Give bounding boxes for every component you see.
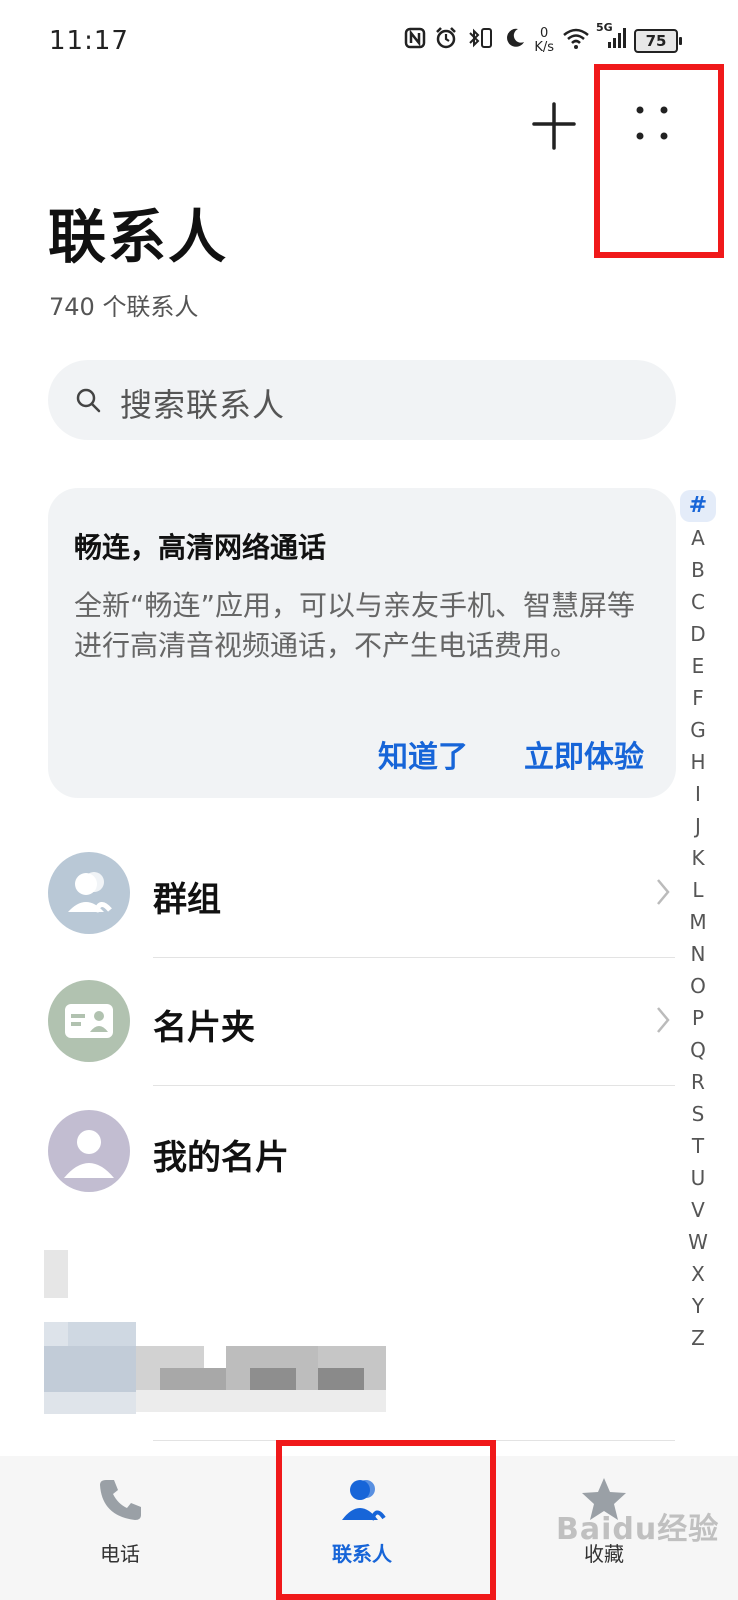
- chevron-right-icon: [657, 1007, 670, 1033]
- alpha-index-item[interactable]: T: [680, 1130, 716, 1162]
- my-card-label: 我的名片: [153, 1138, 289, 1178]
- redacted-block: [44, 1346, 136, 1392]
- alpha-index-item[interactable]: H: [680, 746, 716, 778]
- alpha-index-item[interactable]: K: [680, 842, 716, 874]
- my-card-avatar: [48, 1110, 130, 1192]
- promo-body: 全新“畅连”应用，可以与亲友手机、智慧屏等进行高清音视频通话，不产生电话费用。: [74, 589, 636, 662]
- business-cards-avatar: [48, 980, 130, 1062]
- alpha-index-item[interactable]: E: [680, 650, 716, 682]
- alpha-index-item[interactable]: M: [680, 906, 716, 938]
- list-item-business-cards[interactable]: 名片夹: [0, 958, 680, 1086]
- person-icon: [64, 1130, 114, 1178]
- alpha-index-item[interactable]: L: [680, 874, 716, 906]
- nfc-icon: [404, 27, 426, 55]
- search-input[interactable]: 搜索联系人: [48, 360, 676, 440]
- groups-avatar: [48, 852, 130, 934]
- alpha-index-item[interactable]: N: [680, 938, 716, 970]
- search-placeholder: 搜索联系人: [120, 386, 286, 424]
- alpha-index-item[interactable]: R: [680, 1066, 716, 1098]
- redacted-block: [318, 1368, 364, 1390]
- redacted-block: [44, 1250, 68, 1298]
- redacted-block: [160, 1368, 226, 1390]
- page-title: 联系人: [48, 203, 229, 271]
- alpha-index-item[interactable]: Y: [680, 1290, 716, 1322]
- alarm-icon: [434, 26, 458, 56]
- alpha-index-item[interactable]: W: [680, 1226, 716, 1258]
- alpha-index-item[interactable]: Z: [680, 1322, 716, 1354]
- alpha-index-item[interactable]: X: [680, 1258, 716, 1290]
- groups-label: 群组: [153, 880, 221, 920]
- alpha-index-item[interactable]: O: [680, 970, 716, 1002]
- tab-phone[interactable]: 电话: [30, 1456, 210, 1600]
- alpha-index-item[interactable]: U: [680, 1162, 716, 1194]
- moon-icon: [504, 27, 526, 55]
- promo-card: 畅连，高清网络通话 全新“畅连”应用，可以与亲友手机、智慧屏等进行高清音视频通话…: [48, 488, 676, 798]
- list-item-my-card[interactable]: 我的名片: [0, 1088, 680, 1216]
- tab-phone-label: 电话: [100, 1542, 140, 1566]
- business-cards-label: 名片夹: [153, 1008, 255, 1048]
- add-contact-button[interactable]: [528, 100, 580, 152]
- alpha-index-item[interactable]: F: [680, 682, 716, 714]
- bluetooth-vibrate-icon: [466, 26, 496, 56]
- cell-signal-icon: 5G: [596, 21, 626, 55]
- alpha-index-item[interactable]: B: [680, 554, 716, 586]
- alpha-index-item[interactable]: J: [680, 810, 716, 842]
- redacted-block: [250, 1368, 296, 1390]
- highlight-box-contacts-tab: [276, 1440, 496, 1600]
- search-icon: [76, 388, 101, 413]
- dismiss-button[interactable]: 知道了: [378, 732, 468, 776]
- alpha-index-item[interactable]: C: [680, 586, 716, 618]
- chevron-right-icon: [657, 879, 670, 905]
- alpha-index-item[interactable]: V: [680, 1194, 716, 1226]
- redacted-block: [136, 1390, 386, 1412]
- status-time: 11:17: [49, 26, 129, 56]
- try-now-button[interactable]: 立即体验: [524, 732, 644, 776]
- battery-indicator: 75: [634, 29, 682, 53]
- alpha-index-item[interactable]: D: [680, 618, 716, 650]
- redacted-block: [44, 1392, 136, 1414]
- divider: [153, 1085, 675, 1086]
- phone-icon: [100, 1480, 141, 1520]
- alpha-index-item[interactable]: I: [680, 778, 716, 810]
- contact-count: 740 个联系人: [49, 293, 199, 321]
- redacted-block: [68, 1322, 136, 1346]
- status-icons: 0 K/s 5G 75: [404, 21, 682, 56]
- promo-title: 畅连，高清网络通话: [74, 531, 327, 564]
- group-icon: [68, 872, 112, 913]
- alphabet-index[interactable]: # A B C D E F G H I J K L M N O P Q R S T U V W X Y Z: [680, 490, 716, 1354]
- watermark: Baidu经验: [556, 1512, 720, 1547]
- alpha-index-item[interactable]: P: [680, 1002, 716, 1034]
- list-item-groups[interactable]: 群组: [0, 830, 680, 958]
- signal-type-label: 5G: [596, 21, 613, 34]
- highlight-box-more: [594, 64, 724, 258]
- alpha-index-item[interactable]: A: [680, 522, 716, 554]
- network-speed: 0 K/s: [534, 26, 554, 55]
- alpha-index-item[interactable]: #: [680, 490, 716, 522]
- plus-icon: [532, 102, 576, 150]
- wifi-icon: [562, 27, 590, 55]
- business-card-icon: [65, 1004, 113, 1038]
- alpha-index-item[interactable]: S: [680, 1098, 716, 1130]
- alpha-index-item[interactable]: Q: [680, 1034, 716, 1066]
- redacted-block: [44, 1322, 68, 1346]
- alpha-index-item[interactable]: G: [680, 714, 716, 746]
